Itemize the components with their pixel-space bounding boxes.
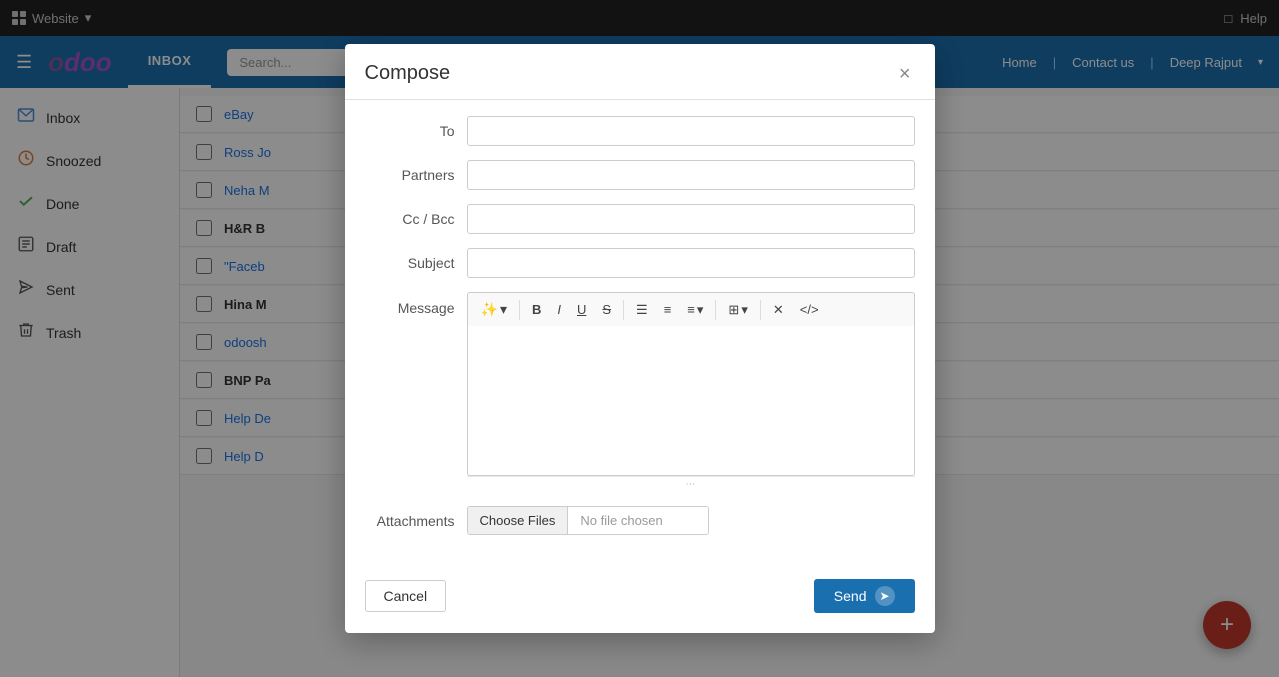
dialog-title: Compose [365,62,451,85]
toolbar-sep-3 [715,300,716,320]
modal-overlay: Compose × To Partners Cc / Bcc Subject [0,0,1279,677]
underline-btn[interactable]: U [570,298,593,321]
italic-btn[interactable]: I [550,298,568,321]
cc-bcc-input[interactable] [467,204,915,234]
toolbar-sep-2 [623,300,624,320]
magic-btn[interactable]: ✨ ▾ [474,297,514,322]
send-arrow-icon: ➤ [875,586,895,606]
table-icon: ⊞ [728,302,739,318]
subject-label: Subject [365,255,455,271]
code-icon: </> [800,302,819,317]
message-label: Message [365,292,455,316]
italic-icon: I [557,302,561,317]
magic-icon: ✨ [481,301,498,318]
cancel-button[interactable]: Cancel [365,580,447,612]
to-label: To [365,123,455,139]
underline-icon: U [577,302,586,317]
dialog-header: Compose × [345,44,935,100]
cc-bcc-label: Cc / Bcc [365,211,455,227]
bold-icon: B [532,302,541,317]
choose-files-button[interactable]: Choose Files [468,507,569,534]
send-button[interactable]: Send ➤ [814,579,915,613]
message-textarea[interactable] [467,326,915,476]
toolbar-sep-4 [760,300,761,320]
align-arrow: ▾ [697,302,704,318]
attachments-row: Attachments Choose Files No file chosen [365,506,915,535]
cc-bcc-row: Cc / Bcc [365,204,915,234]
resize-handle[interactable]: ⋯ [467,476,915,492]
unordered-list-btn[interactable]: ☰ [629,298,655,322]
ul-icon: ☰ [636,302,648,318]
partners-row: Partners [365,160,915,190]
strikethrough-icon: S [602,302,611,317]
compose-dialog: Compose × To Partners Cc / Bcc Subject [345,44,935,633]
editor-toolbar: ✨ ▾ B I U S [467,292,915,326]
magic-arrow: ▾ [500,301,507,318]
align-btn[interactable]: ≡ ▾ [680,298,710,322]
message-row: Message ✨ ▾ B I [365,292,915,492]
subject-input[interactable] [467,248,915,278]
to-row: To [365,116,915,146]
ordered-list-btn[interactable]: ≡ [657,298,679,321]
attachments-label: Attachments [365,513,455,529]
clear-icon: ✕ [773,302,784,318]
table-arrow: ▾ [741,302,748,318]
dialog-footer: Cancel Send ➤ [345,571,935,633]
table-btn[interactable]: ⊞ ▾ [721,298,754,322]
align-icon: ≡ [687,302,695,317]
code-btn[interactable]: </> [793,298,826,321]
partners-input[interactable] [467,160,915,190]
close-button[interactable]: × [895,64,915,84]
toolbar-sep-1 [519,300,520,320]
strikethrough-btn[interactable]: S [595,298,618,321]
partners-label: Partners [365,167,455,183]
to-input[interactable] [467,116,915,146]
no-file-text: No file chosen [568,507,708,534]
clear-btn[interactable]: ✕ [766,298,791,322]
send-label: Send [834,588,867,604]
subject-row: Subject [365,248,915,278]
dialog-body: To Partners Cc / Bcc Subject Message [345,100,935,571]
message-editor: ✨ ▾ B I U S [467,292,915,492]
file-input-wrapper: Choose Files No file chosen [467,506,710,535]
bold-btn[interactable]: B [525,298,548,321]
ol-icon: ≡ [664,302,672,317]
